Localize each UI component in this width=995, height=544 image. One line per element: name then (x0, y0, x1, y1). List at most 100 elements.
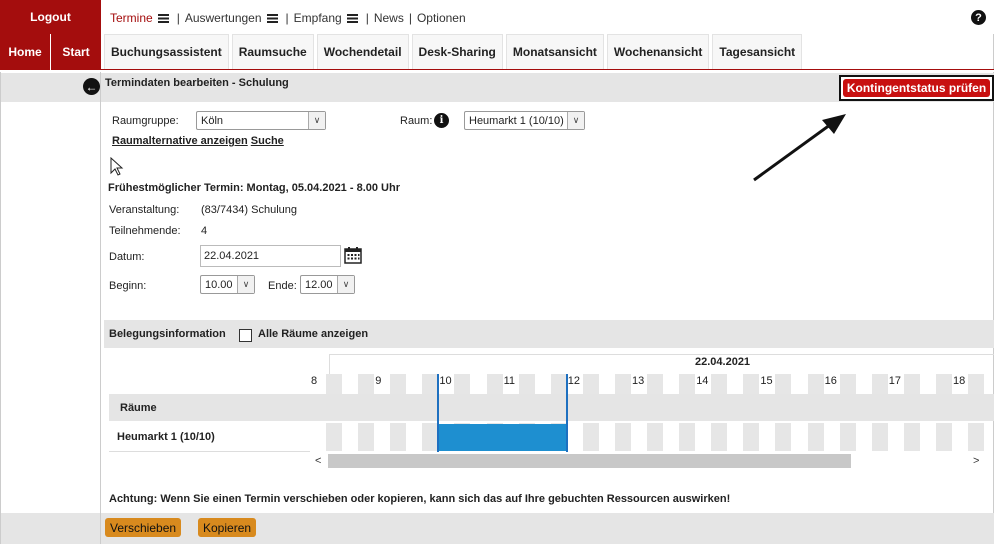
suche-link[interactable]: Suche (251, 135, 284, 147)
timeline-stripe (582, 423, 599, 451)
timeline-stripe (358, 423, 375, 451)
nav-divider (101, 69, 994, 70)
help-icon[interactable]: ? (971, 10, 986, 25)
timeline-stripe (647, 423, 664, 451)
beginn-select[interactable]: 10.00 ∨ (200, 275, 255, 294)
beginn-value: 10.00 (205, 278, 233, 291)
hour-label: 13 (632, 375, 645, 387)
timeline-stripe (358, 374, 375, 394)
veranstaltung-label: Veranstaltung: (109, 204, 180, 216)
belegung-header: Belegungsinformation (109, 328, 226, 340)
hour-label: 8 (311, 375, 318, 387)
hour-label: 14 (696, 375, 709, 387)
menu-news[interactable]: News (374, 11, 404, 25)
chevron-down-icon[interactable]: ∨ (308, 112, 325, 129)
horizontal-scrollbar[interactable] (328, 454, 851, 468)
timeline-stripe (711, 423, 728, 451)
tab-desk-sharing[interactable]: Desk-Sharing (411, 34, 503, 69)
ende-value: 12.00 (305, 278, 333, 291)
menu-empfang[interactable]: Empfang (294, 11, 342, 25)
timeline-stripe (422, 374, 439, 394)
scroll-right-icon[interactable]: > (973, 455, 979, 467)
tab-wochendetail[interactable]: Wochendetail (316, 34, 409, 69)
teilnehmende-label: Teilnehmende: (109, 225, 181, 237)
tab-raumsuche[interactable]: Raumsuche (231, 34, 314, 69)
chevron-down-icon[interactable]: ∨ (567, 112, 584, 129)
home-button[interactable]: Home (0, 34, 50, 70)
info-icon[interactable]: i (434, 113, 449, 128)
calendar-icon[interactable] (344, 246, 362, 264)
hour-label: 17 (888, 375, 902, 387)
timeline-stripe (839, 423, 856, 451)
timeline-stripe (326, 423, 343, 451)
annotation-arrow-icon (753, 114, 846, 182)
hour-label: 15 (760, 375, 773, 387)
menu-icon[interactable] (157, 13, 169, 23)
timeline-stripe (775, 374, 792, 394)
datum-input[interactable]: 22.04.2021 (200, 245, 341, 267)
timeline-stripe (390, 374, 407, 394)
timeline-stripe (390, 423, 407, 451)
timeline-stripe (839, 374, 856, 394)
menu-auswertungen[interactable]: Auswertungen (185, 11, 262, 25)
ende-select[interactable]: 12.00 ∨ (300, 275, 355, 294)
timeline-stripe (968, 423, 985, 451)
menu-separator: | (285, 11, 289, 25)
hour-label: 11 (503, 375, 516, 387)
alle-raeume-label[interactable]: Alle Räume anzeigen (258, 328, 368, 340)
teilnehmende-value: 4 (201, 225, 208, 237)
menu-separator: | (408, 11, 412, 25)
hour-label: 16 (824, 375, 837, 387)
chevron-down-icon[interactable]: ∨ (237, 276, 254, 293)
veranstaltung-value: (83/7434) Schulung (201, 204, 298, 216)
beginn-label: Beginn: (109, 280, 147, 292)
alle-raeume-checkbox[interactable] (239, 329, 252, 342)
timeline-stripe (679, 423, 696, 451)
menu-icon[interactable] (266, 13, 278, 23)
tab-buchungsassistent[interactable]: Buchungsassistent (104, 34, 229, 69)
nav-tabs: Buchungsassistent Raumsuche Wochendetail… (104, 34, 805, 70)
mouse-cursor-icon (110, 157, 124, 176)
warning-text: Achtung: Wenn Sie einen Termin verschieb… (109, 493, 731, 505)
raumalternative-link[interactable]: Raumalternative anzeigen (112, 135, 248, 147)
menu-icon[interactable] (346, 13, 358, 23)
raumgruppe-select[interactable]: Köln ∨ (196, 111, 326, 130)
start-button[interactable]: Start (51, 34, 101, 70)
menu-separator: | (365, 11, 369, 25)
timeline-stripe (518, 374, 535, 394)
timeline-stripe (550, 374, 567, 394)
booking-end-line (565, 374, 568, 452)
chevron-down-icon[interactable]: ∨ (337, 276, 354, 293)
kontingent-button-frame[interactable]: Kontingentstatus prüfen (839, 75, 994, 101)
right-border (993, 72, 994, 544)
timeline-stripe (422, 423, 439, 451)
top-menu: Termine | Auswertungen | Empfang | News … (110, 10, 466, 26)
timeline-stripe (903, 374, 920, 394)
timeline-stripe (807, 374, 824, 394)
timeline-stripe (807, 423, 824, 451)
menu-termine[interactable]: Termine (110, 11, 153, 25)
back-arrow-icon[interactable]: ← (83, 78, 100, 95)
timeline-stripe (871, 374, 888, 394)
timeline-stripe (968, 374, 985, 394)
raum-select[interactable]: Heumarkt 1 (10/10) ∨ (464, 111, 585, 130)
kontingent-button[interactable]: Kontingentstatus prüfen (842, 79, 991, 97)
timeline-stripe (454, 374, 471, 394)
logout-button[interactable]: Logout (0, 0, 101, 34)
datum-label: Datum: (109, 251, 145, 263)
timeline-stripe (775, 423, 792, 451)
kopieren-button[interactable]: Kopieren (198, 518, 257, 537)
tab-wochenansicht[interactable]: Wochenansicht (606, 34, 710, 69)
menu-optionen[interactable]: Optionen (417, 11, 466, 25)
booking-block[interactable] (438, 424, 567, 451)
tab-monatsansicht[interactable]: Monatsansicht (505, 34, 604, 69)
nav-tail (801, 34, 994, 69)
timeline-stripe (647, 374, 664, 394)
tab-tagesansicht[interactable]: Tagesansicht (712, 34, 803, 69)
timeline-stripe (486, 374, 503, 394)
hour-label: 10 (439, 375, 452, 387)
timeline-stripe (903, 423, 920, 451)
verschieben-button[interactable]: Verschieben (105, 518, 182, 537)
scroll-left-icon[interactable]: < (315, 455, 321, 467)
booking-start-line (437, 374, 440, 452)
